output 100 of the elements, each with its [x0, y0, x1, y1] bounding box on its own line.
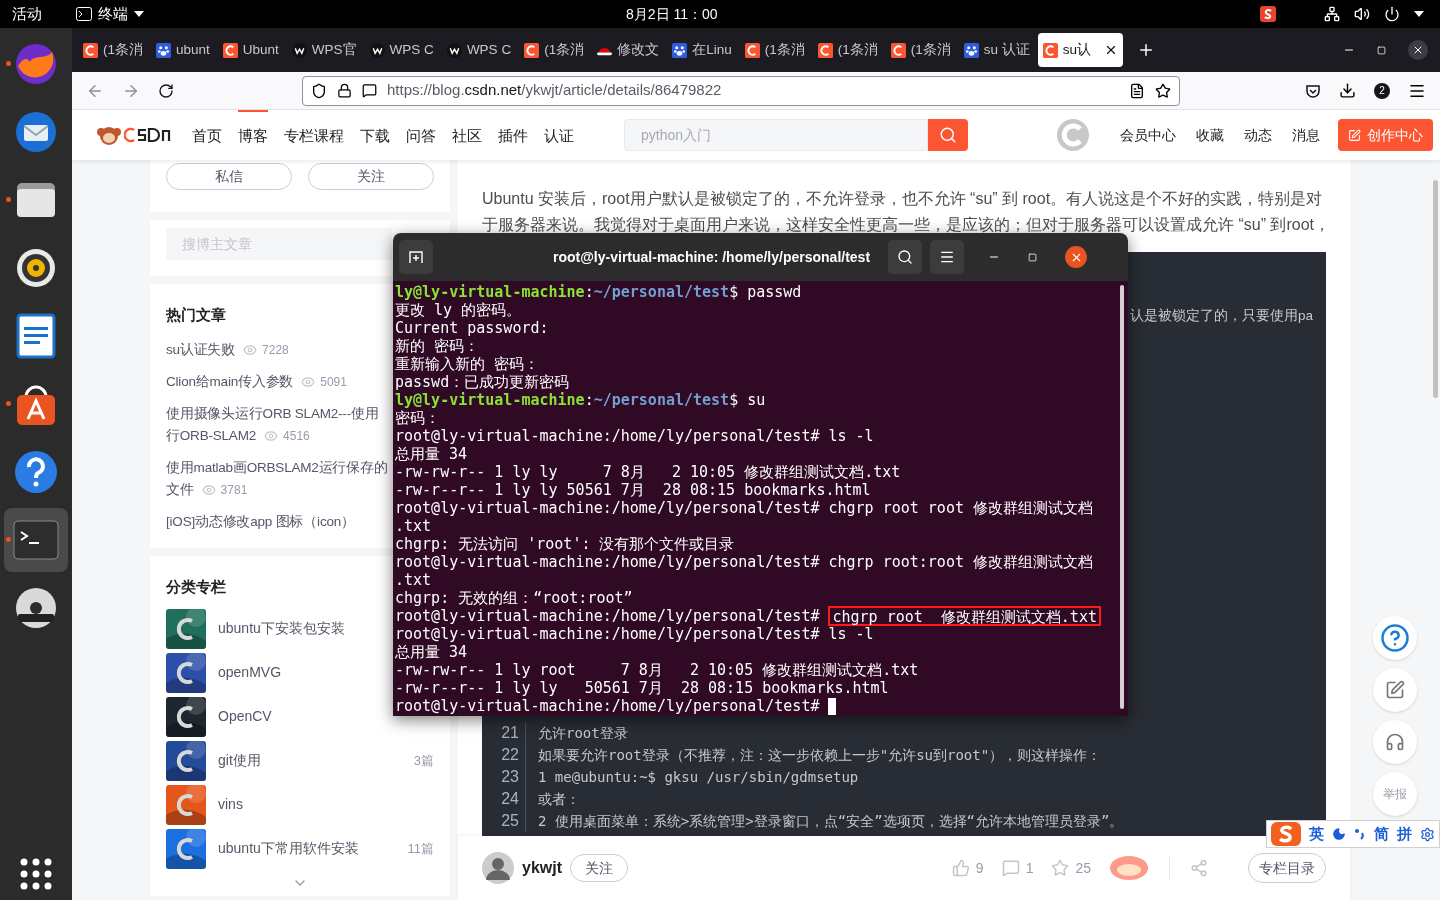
terminal-icon: [76, 7, 92, 21]
column-link[interactable]: OpenCV: [218, 706, 272, 727]
terminal-line: -rw-r--r-- 1 ly ly 50561 7月 28 08:15 bookmarks.html: [395, 679, 890, 697]
article-count: 3篇: [413, 751, 434, 770]
article-link[interactable]: 使用matlab画ORBSLAM2运行保存的: [166, 456, 388, 479]
article-link[interactable]: 行ORB-SLAM2: [166, 424, 257, 447]
browser-tab[interactable]: 在Linu: [667, 33, 737, 67]
csdn-logo-icon[interactable]: [96, 124, 122, 146]
help-icon: [1380, 623, 1410, 653]
shield-icon[interactable]: [311, 82, 327, 99]
header-link[interactable]: 动态: [1244, 124, 1272, 146]
script-toggle[interactable]: 简: [1374, 822, 1389, 846]
apps-grid-icon[interactable]: [20, 858, 52, 890]
headset-icon: [1385, 732, 1405, 752]
new-tab-icon[interactable]: [1137, 41, 1155, 59]
bookmark-star-icon[interactable]: [1155, 82, 1171, 99]
terminal-line: 密码：: [395, 409, 441, 427]
network-icon[interactable]: [1324, 6, 1340, 22]
moon-icon[interactable]: [1332, 827, 1346, 841]
caret-icon[interactable]: [1414, 11, 1424, 17]
browser-tab[interactable]: (1条消: [812, 33, 883, 67]
eye-icon: [264, 428, 279, 443]
running-indicator: [6, 61, 11, 66]
search-button[interactable]: [888, 240, 923, 274]
help-button[interactable]: [1373, 616, 1417, 660]
column-link[interactable]: git使用: [218, 750, 261, 771]
close-button[interactable]: [1408, 40, 1428, 60]
article-link[interactable]: 使用摄像头运行ORB SLAM2---使用: [166, 402, 379, 425]
edit-button[interactable]: [1373, 668, 1417, 712]
browser-tab[interactable]: WPS C: [364, 33, 439, 67]
tab-favicon-icon: [1042, 42, 1058, 58]
terminal-line: chgrp: 无效的组：“root:root”: [395, 589, 634, 607]
settings-icon[interactable]: [1420, 826, 1435, 842]
window-title: root@ly-virtual-machine: /home/ly/personal/test: [553, 247, 871, 267]
nav-link[interactable]: 认证: [544, 110, 574, 160]
disc-icon: [14, 586, 58, 630]
language-toggle[interactable]: 英: [1309, 822, 1324, 846]
nav-link[interactable]: 社区: [452, 110, 482, 160]
header-link[interactable]: 收藏: [1196, 124, 1224, 146]
terminal-line: -rw-rw-r-- 1 ly ly 7 8月 2 10:05 修改群组测试文档.txt: [395, 463, 902, 481]
terminal-line: root@ly-virtual-machine:/home/ly/personal/test# chgrp root root 修改群组测试文档: [395, 499, 1094, 517]
punctuation-icon[interactable]: [1354, 828, 1366, 840]
new-tab-button[interactable]: [399, 240, 433, 274]
article-link[interactable]: su认证失败: [166, 338, 236, 361]
pocket-icon[interactable]: [1305, 82, 1321, 99]
maximize-icon[interactable]: [1028, 252, 1038, 262]
browser-tab[interactable]: ubunt: [151, 33, 215, 67]
browser-tab[interactable]: (1条消: [739, 33, 810, 67]
reader-view-icon[interactable]: [1129, 82, 1145, 99]
account-badge[interactable]: 2: [1374, 82, 1390, 99]
nav-link[interactable]: 下载: [360, 110, 390, 160]
lock-icon[interactable]: [337, 83, 352, 98]
header-link[interactable]: 会员中心: [1120, 124, 1176, 146]
nav-link[interactable]: 插件: [498, 110, 528, 160]
column-link[interactable]: ubuntu下常用软件安装: [218, 838, 359, 859]
clock[interactable]: 8月2日 11：00: [626, 3, 718, 25]
input-method-icon[interactable]: [1260, 6, 1276, 22]
app-menu[interactable]: 终端: [98, 2, 128, 26]
line-number: 23: [482, 766, 526, 788]
article-paragraph: Ubuntu 安装后，root用户默认是被锁定了的，不允许登录，也不允许 “su” 到 root。有人说这是个不好的实践，特别是对于服务器来说。我觉得对于桌面用户来说，这样安全性更高一些，是应该的；但对于服务器可以设置成允许 “su” 到root，: [482, 189, 1330, 235]
activities-button[interactable]: 活动: [12, 2, 64, 26]
browser-tab[interactable]: 修改文: [592, 33, 665, 67]
nav-link[interactable]: 问答: [406, 110, 436, 160]
comment-count: 1: [1025, 858, 1034, 878]
close-button[interactable]: [1065, 246, 1088, 268]
maximize-icon[interactable]: [1377, 45, 1386, 55]
power-icon[interactable]: [1384, 6, 1400, 22]
column-link[interactable]: vins: [218, 794, 243, 815]
browser-tab[interactable]: (1条消: [78, 33, 148, 67]
permissions-icon[interactable]: [362, 83, 377, 98]
volume-icon[interactable]: [1354, 6, 1370, 22]
article-link[interactable]: [iOS]动态修改app 图标（icon）: [166, 510, 355, 533]
terminal-line: chgrp: 无法访问 'root': 没有那个文件或目录: [395, 535, 736, 553]
browser-tab[interactable]: (1条消: [519, 33, 590, 67]
search-field[interactable]: python入门: [624, 119, 928, 151]
header-link[interactable]: 消息: [1292, 124, 1320, 146]
close-icon[interactable]: [1104, 43, 1118, 57]
browser-tab[interactable]: WPS C: [441, 33, 517, 67]
nav-link[interactable]: 首页: [192, 110, 222, 160]
reload-icon[interactable]: [158, 82, 174, 99]
column-link[interactable]: ubuntu下安装包安装: [218, 618, 345, 639]
browser-tab[interactable]: WPS官: [286, 33, 362, 67]
support-button[interactable]: [1373, 720, 1417, 764]
view-count: 5091: [320, 373, 347, 391]
browser-tab[interactable]: Ubunt: [217, 33, 284, 67]
column-link[interactable]: openMVG: [218, 662, 282, 683]
menu-button[interactable]: [930, 240, 965, 274]
eye-icon: [201, 482, 216, 497]
caret-icon[interactable]: [134, 11, 144, 17]
download-icon[interactable]: [1339, 82, 1356, 99]
article-link[interactable]: 文件: [166, 478, 194, 501]
browser-tab[interactable]: su 认证: [958, 33, 1035, 67]
article-link[interactable]: Clion给main传入参数: [166, 370, 294, 393]
browser-tab[interactable]: su认: [1037, 33, 1123, 67]
browser-tab[interactable]: (1条消: [885, 33, 956, 67]
nav-link[interactable]: 专栏课程: [284, 110, 344, 160]
input-mode-toggle[interactable]: 拼: [1397, 822, 1412, 846]
input-method-logo[interactable]: [1271, 822, 1301, 846]
running-indicator: [6, 401, 11, 406]
author-name[interactable]: ykwjt: [522, 856, 562, 880]
